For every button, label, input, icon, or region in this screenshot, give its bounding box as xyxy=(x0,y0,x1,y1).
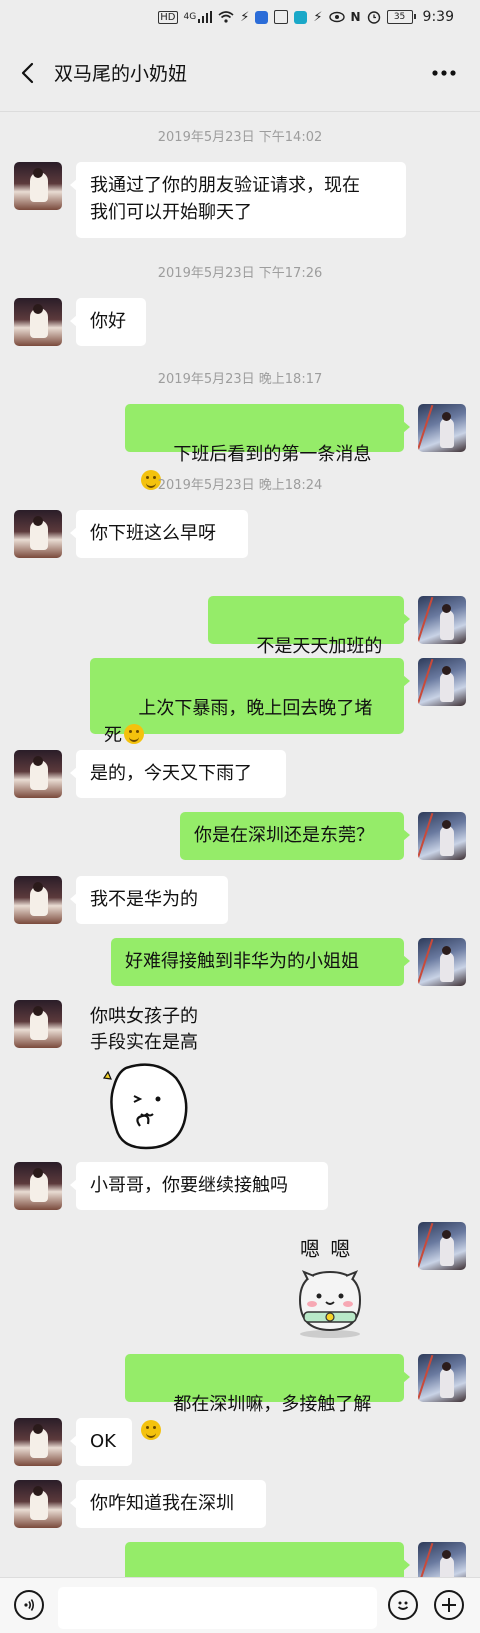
chat-header: 双马尾的小奶妞 xyxy=(0,34,480,112)
message-bubble-outgoing[interactable]: 上次下暴雨，晚上回去晚了堵死 xyxy=(90,658,410,746)
app-notification-icon-2: ⚡ xyxy=(313,10,323,25)
more-dots-icon[interactable] xyxy=(422,51,466,95)
eye-icon xyxy=(328,11,345,23)
contact-avatar[interactable] xyxy=(14,510,62,558)
network-type-label: 4G xyxy=(183,12,197,22)
contact-avatar[interactable] xyxy=(14,1000,62,1048)
my-avatar[interactable] xyxy=(418,658,466,706)
message-bubble-incoming[interactable]: 你咋知道我在深圳 xyxy=(70,1480,266,1528)
battery-level: 35 xyxy=(393,11,406,22)
my-avatar[interactable] xyxy=(418,1542,466,1577)
app-notification-icon-outline xyxy=(274,10,289,24)
my-avatar[interactable] xyxy=(418,596,466,644)
contact-avatar[interactable] xyxy=(14,298,62,346)
thinking-blob-sticker[interactable] xyxy=(96,1058,196,1154)
message-bubble-outgoing[interactable]: 都在深圳嘛，多接触了解 xyxy=(125,1354,410,1440)
message-list[interactable]: 2019年5月23日 下午14:02 我通过了你的朋友验证请求，现在 我们可以开… xyxy=(0,112,480,1577)
message-bubble-outgoing[interactable]: 你是在深圳还是东莞？ xyxy=(180,812,410,860)
chat-input-bar xyxy=(0,1577,480,1633)
back-arrow-icon[interactable] xyxy=(6,51,50,95)
message-bubble-incoming[interactable]: OK xyxy=(70,1418,132,1466)
my-avatar[interactable] xyxy=(418,1354,466,1402)
message-bubble-outgoing[interactable]: 好难得接触到非华为的小姐姐 xyxy=(111,938,410,986)
timestamp: 2019年5月23日 晚上18:17 xyxy=(157,372,323,387)
add-icon[interactable] xyxy=(434,1590,464,1620)
contact-avatar[interactable] xyxy=(14,162,62,210)
hamster-nod-sticker[interactable] xyxy=(290,1260,370,1340)
my-avatar[interactable] xyxy=(418,404,466,452)
alarm-icon xyxy=(367,11,380,24)
contact-avatar[interactable] xyxy=(14,876,62,924)
sticker-caption: 你哄女孩子的 手段实在是高 xyxy=(90,1006,198,1053)
message-text: 不是天天加班的 xyxy=(256,636,383,657)
cry-laugh-emoji-icon xyxy=(124,724,144,744)
grin-emoji-icon xyxy=(141,1420,161,1440)
message-bubble-incoming[interactable]: 我不是华为的 xyxy=(70,876,228,924)
timestamp: 2019年5月23日 下午17:26 xyxy=(157,266,323,281)
message-bubble-incoming[interactable]: 你好 xyxy=(70,298,146,346)
contact-avatar[interactable] xyxy=(14,1162,62,1210)
message-bubble-incoming[interactable]: 我通过了你的朋友验证请求，现在 我们可以开始聊天了 xyxy=(70,162,406,238)
message-input[interactable] xyxy=(58,1587,377,1629)
message-text: 下班后看到的第一条消息 xyxy=(173,444,372,465)
my-avatar[interactable] xyxy=(418,1222,466,1270)
timestamp: 2019年5月23日 晚上18:24 xyxy=(157,478,323,493)
message-bubble-outgoing[interactable]: 下班后看到的第一条消息 xyxy=(125,404,410,490)
status-time: 9:39 xyxy=(422,9,454,25)
message-bubble-incoming[interactable]: 你下班这么早呀 xyxy=(70,510,248,558)
app-notification-icon: ⚡ xyxy=(240,10,250,25)
my-avatar[interactable] xyxy=(418,812,466,860)
message-bubble-outgoing[interactable]: 不是天天加班的 xyxy=(208,596,410,682)
chat-screen: HD 4G ⚡ ⚡ N 35 9:39 双马尾的小奶妞 2019年5月23日 下… xyxy=(0,0,480,1633)
contact-avatar[interactable] xyxy=(14,750,62,798)
contact-avatar[interactable] xyxy=(14,1418,62,1466)
chat-title: 双马尾的小奶妞 xyxy=(54,63,188,85)
hd-label: HD xyxy=(158,10,178,24)
message-text: 都在深圳嘛，多接触了解 xyxy=(173,1394,372,1415)
message-bubble-outgoing-partial[interactable] xyxy=(125,1542,410,1577)
app-notification-icon-teal xyxy=(294,10,308,24)
nfc-icon: N xyxy=(350,10,361,24)
status-bar: HD 4G ⚡ ⚡ N 35 9:39 xyxy=(0,0,480,34)
voice-icon[interactable] xyxy=(14,1590,44,1620)
battery-icon: 35 xyxy=(386,10,416,24)
app-notification-icon-blue xyxy=(255,10,269,24)
sticker-caption: 嗯 嗯 xyxy=(300,1237,353,1261)
my-avatar[interactable] xyxy=(418,938,466,986)
message-text: 上次下暴雨，晚上回去晚了堵死 xyxy=(104,698,373,746)
wifi-icon xyxy=(218,11,234,23)
message-bubble-incoming[interactable]: 是的，今天又下雨了 xyxy=(70,750,286,798)
signal-icon xyxy=(198,11,213,23)
contact-avatar[interactable] xyxy=(14,1480,62,1528)
timestamp: 2019年5月23日 下午14:02 xyxy=(157,130,323,145)
emoji-icon[interactable] xyxy=(388,1590,418,1620)
message-bubble-incoming[interactable]: 小哥哥，你要继续接触吗 xyxy=(70,1162,328,1210)
